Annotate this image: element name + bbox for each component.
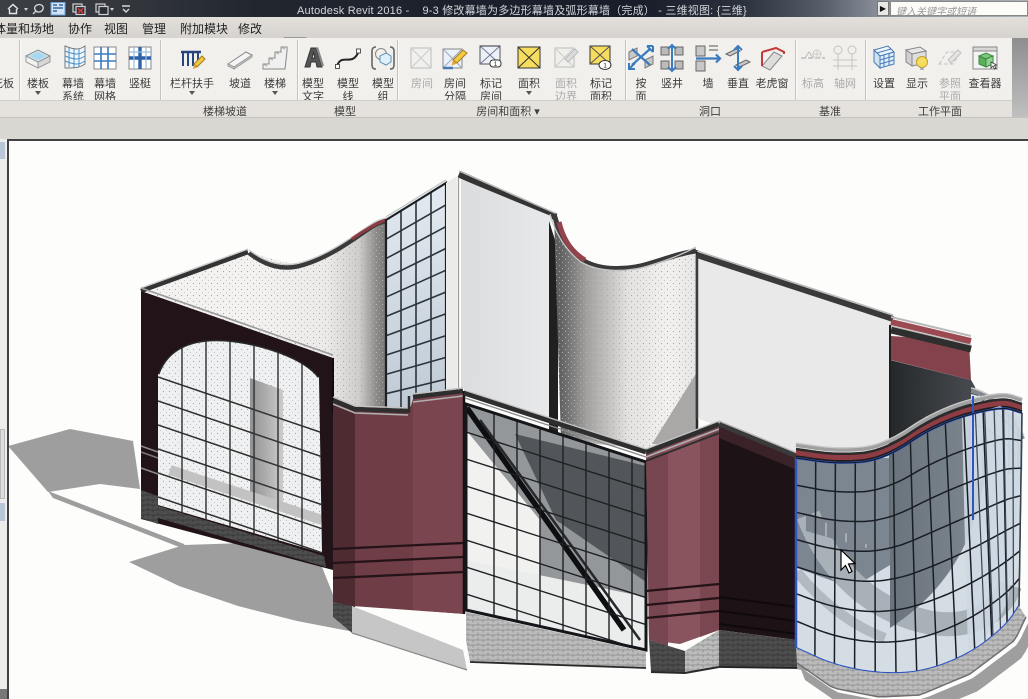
svg-text:1: 1 [603,63,607,70]
